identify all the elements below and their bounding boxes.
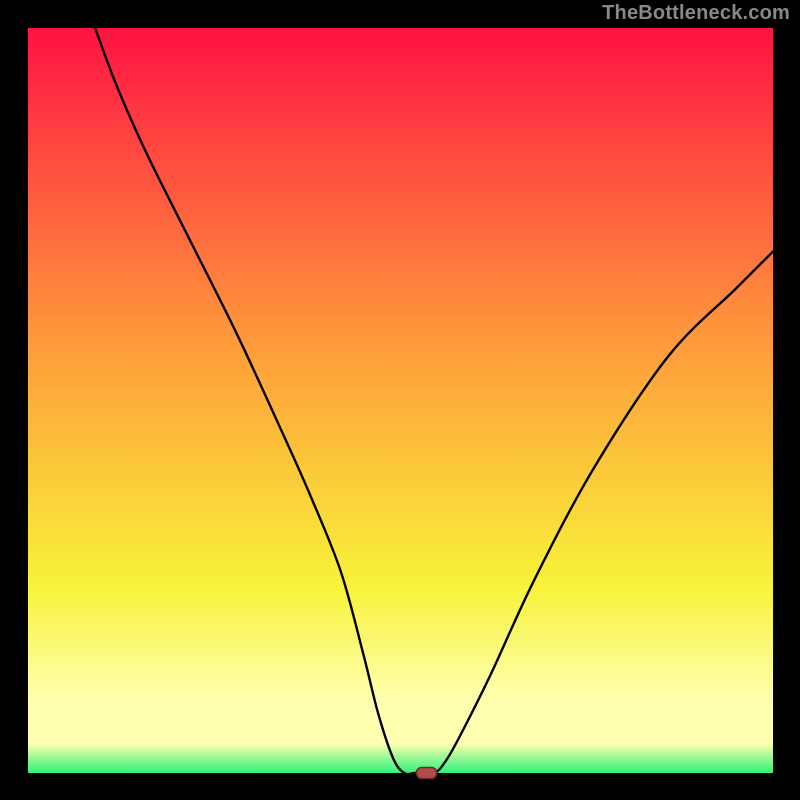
bottleneck-chart: [0, 0, 800, 800]
chart-container: { "attribution": "TheBottleneck.com", "c…: [0, 0, 800, 800]
optimal-point-marker: [417, 768, 437, 779]
attribution-text: TheBottleneck.com: [602, 2, 790, 25]
